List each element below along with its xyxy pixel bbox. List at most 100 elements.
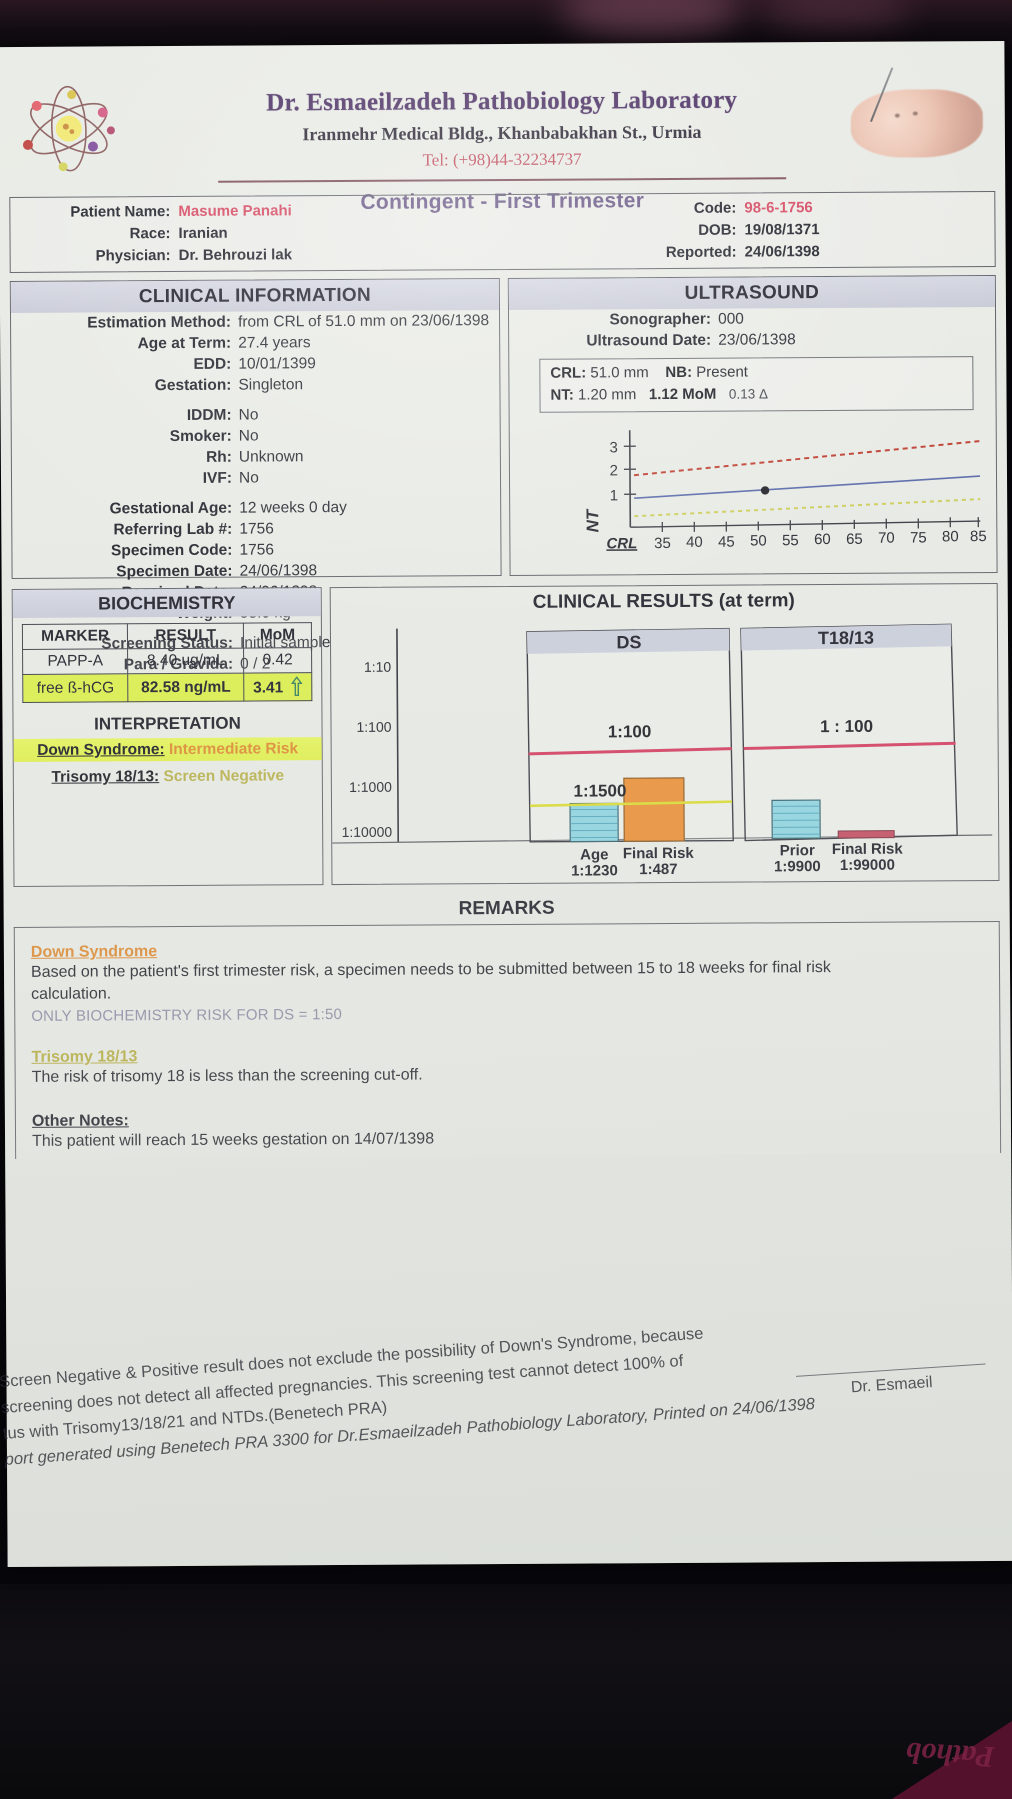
report-footer: Screen Negative & Positive result does n… — [0, 1324, 1012, 1569]
atom-icon — [22, 85, 115, 172]
risk-y-tick-1-10000: 1:10000 — [342, 824, 393, 840]
t18-cutoff-label: 1 : 100 — [820, 717, 873, 736]
nt-y-tick-1: 1 — [610, 487, 618, 504]
arrow-up-icon — [291, 676, 303, 696]
interpretation-t18-label: Trisomy 18/13: — [51, 768, 160, 786]
nt-delta-value: 0.13 Δ — [728, 386, 768, 402]
ds-final-risk-bar — [623, 777, 685, 842]
patient-physician-value: Dr. Behrouzi lak — [178, 246, 293, 264]
risk-y-tick-1-100: 1:100 — [356, 719, 391, 735]
interpretation-ds-label: Down Syndrome: — [37, 741, 165, 759]
remarks-title: REMARKS — [458, 897, 555, 920]
nt-upper-centile-line — [633, 440, 980, 477]
smoker-label: Smoker: — [169, 427, 232, 446]
table-header-row: MARKER RESULT MoM — [22, 622, 312, 650]
marker-result: 82.58 ng/mL — [127, 673, 244, 702]
crl-tick-80: 80 — [942, 528, 959, 545]
referring-lab-value: 1756 — [239, 520, 274, 538]
rh-label: Rh: — [205, 448, 232, 466]
ultrasound-row: Sonographer: 000 — [509, 307, 995, 331]
ultrasound-nt-row: NT: 1.20 mm 1.12 MoM 0.13 Δ — [550, 382, 964, 407]
marker-name: free ß-hCG — [22, 673, 129, 703]
nt-y-tick-2: 2 — [610, 462, 618, 479]
biochemistry-title: BIOCHEMISTRY — [12, 588, 321, 619]
clinical-row: Gestational Age: 12 weeks 0 day — [12, 496, 500, 520]
t18-subpanel: T18/13 1 : 100 — [740, 623, 958, 842]
nt-median-line — [634, 475, 981, 500]
t18-final-risk-value-label: 1:99000 — [840, 857, 895, 874]
iddm-value: No — [238, 406, 259, 424]
clinical-row: Estimation Method: from CRL of 51.0 mm on… — [11, 310, 499, 334]
nb-label: NB: — [665, 363, 693, 382]
lab-telephone: Tel: (+98)44-32234737 — [422, 149, 582, 170]
photo-dark-bottom-edge — [0, 1584, 1012, 1799]
gestational-age-value: 12 weeks 0 day — [239, 498, 347, 517]
patient-dob-value: 19/08/1371 — [744, 221, 820, 239]
patient-reported-value: 24/06/1398 — [744, 243, 820, 261]
remarks-box: Down Syndrome Based on the patient's fir… — [13, 920, 1002, 1160]
age-at-term-label: Age at Term: — [137, 334, 232, 353]
clinical-information-title: CLINICAL INFORMATION — [10, 279, 499, 314]
patient-row: Reported: 24/06/1398 — [611, 240, 1001, 264]
table-row: PAPP-A 8.40 ug/mL 0.42 — [22, 647, 312, 675]
ultrasound-panel: ULTRASOUND Sonographer: 000 Ultrasound Da… — [507, 274, 998, 576]
crl-value: 51.0 mm — [590, 364, 649, 382]
clinical-information-panel: CLINICAL INFORMATION Estimation Method: f… — [9, 278, 502, 673]
watermark-text: Pathob — [904, 1735, 995, 1774]
crl-tick-60: 60 — [814, 531, 831, 548]
ds-cutoff-label: 1:100 — [608, 722, 652, 741]
clinical-row: Age at Term: 27.4 years — [11, 331, 499, 355]
gestation-label: Gestation: — [154, 376, 232, 395]
patient-info-box: Patient Name: Masume Panahi Race: Irania… — [9, 190, 996, 274]
clinical-row: IDDM: No — [12, 403, 500, 427]
biochemistry-table: MARKER RESULT MoM PAPP-A 8.40 ug/mL 0.42 — [22, 622, 312, 703]
estimation-method-value: from CRL of 51.0 mm on 23/06/1398 — [237, 312, 490, 331]
clinical-row: Specimen Code: 1756 — [12, 538, 500, 562]
biochemistry-panel: BIOCHEMISTRY MARKER RESULT MoM PAPP-A 8.… — [11, 587, 324, 888]
iddm-label: IDDM: — [186, 406, 232, 424]
ultrasound-measurements-box: CRL: 51.0 mm NB: Present NT: 1.20 mm 1.1… — [539, 356, 974, 413]
crl-tick-45: 45 — [718, 534, 735, 551]
edd-value: 10/01/1399 — [238, 355, 316, 373]
clinical-results-title: CLINICAL RESULTS (at term) — [532, 590, 795, 613]
ultrasound-title: ULTRASOUND — [508, 276, 995, 310]
patient-info-left: Patient Name: Masume Panahi Race: Irania… — [10, 199, 570, 268]
nt-crl-chart-svg: 3 2 1 35 40 45 50 55 60 65 70 75 80 85 N… — [583, 430, 987, 552]
marker-mom: 0.42 — [243, 647, 312, 674]
patient-row: Physician: Dr. Behrouzi lak — [11, 243, 571, 268]
nt-value: 1.20 mm — [577, 386, 637, 404]
patient-dob-label: DOB: — [698, 221, 737, 239]
baby-photo-icon — [850, 89, 984, 158]
report-header: Dr. Esmaeilzadeh Pathobiology Laboratory… — [0, 41, 1005, 214]
patient-name-label: Patient Name: — [70, 203, 171, 221]
risk-y-tick-1-10: 1:10 — [364, 659, 392, 675]
crl-tick-75: 75 — [910, 529, 927, 546]
interpretation-t18-value: Screen Negative — [163, 767, 285, 786]
specimen-code-label: Specimen Code: — [110, 541, 233, 560]
nt-crl-chart: 3 2 1 35 40 45 50 55 60 65 70 75 80 85 N… — [510, 422, 997, 553]
crl-tick-70: 70 — [878, 530, 895, 547]
ivf-label: IVF: — [202, 469, 233, 487]
risk-chart-svg: 1:10 1:100 1:1000 1:10000 DS 1:100 1:150… — [332, 623, 993, 877]
crl-tick-85: 85 — [970, 528, 987, 545]
patient-name-value: Masume Panahi — [178, 202, 292, 220]
crl-axis-label: CRL — [606, 535, 637, 552]
rh-value: Unknown — [238, 448, 304, 466]
ultrasound-date-value: 23/06/1398 — [718, 331, 796, 349]
patient-race-value: Iranian — [178, 224, 228, 242]
nt-y-tick-3: 3 — [609, 439, 617, 456]
nt-axis-label: NT — [583, 508, 602, 532]
t18-final-risk-category-label: Final Risk — [832, 841, 904, 858]
patient-row: Code: 98-6-1756 — [610, 196, 1000, 220]
marker-mom: 3.41 — [243, 672, 312, 702]
ivf-value: No — [238, 469, 259, 487]
header-divider — [218, 177, 787, 183]
t18-panel-label: T18/13 — [818, 628, 874, 648]
results-row: BIOCHEMISTRY MARKER RESULT MoM PAPP-A 8.… — [11, 582, 1000, 889]
clinical-row: Specimen Date: 24/06/1398 — [13, 559, 501, 583]
ds-panel-label: DS — [616, 632, 641, 652]
interpretation-ds-value: Intermediate Risk — [168, 740, 299, 759]
info-panels: CLINICAL INFORMATION Estimation Method: f… — [9, 274, 998, 673]
footer-disclaimer: Screen Negative & Positive result does n… — [0, 1308, 884, 1472]
risk-chart: 1:10 1:100 1:1000 1:10000 DS 1:100 1:150… — [331, 611, 999, 877]
